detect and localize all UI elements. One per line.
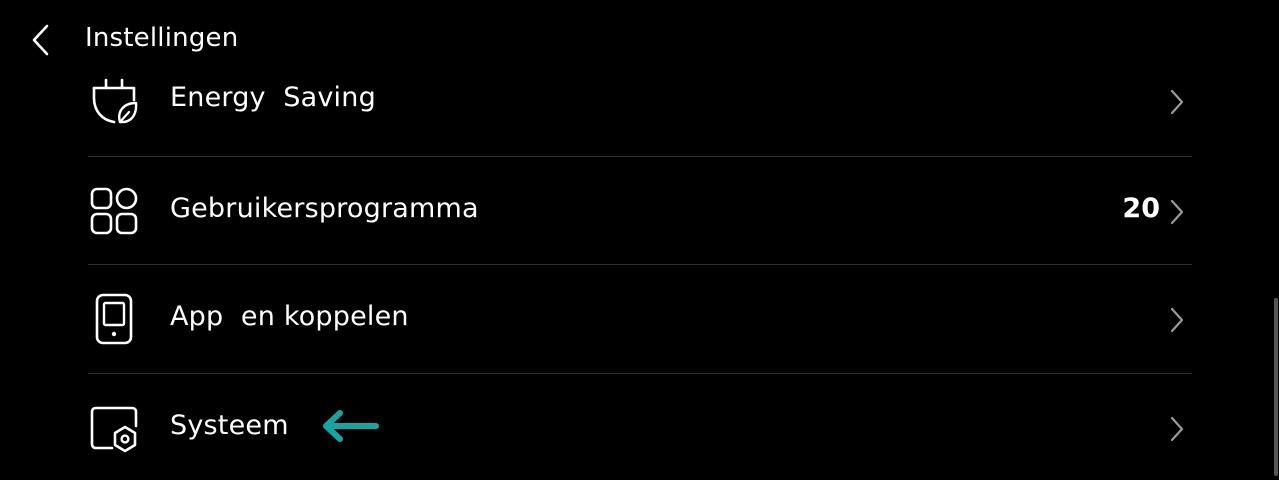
item-count-badge: 20 (1122, 192, 1160, 224)
settings-screen: Instellingen Energy Saving Gebruikerspro… (0, 0, 1279, 480)
energy-saving-plug-leaf-icon (88, 76, 140, 128)
settings-item-gebruikersprogramma[interactable]: Gebruikersprogramma 20 (88, 157, 1192, 265)
tablet-device-icon (88, 293, 140, 345)
chevron-right-icon (1166, 305, 1188, 335)
settings-item-label: Energy Saving (170, 82, 376, 113)
settings-item-app-en-koppelen[interactable]: App en koppelen (88, 265, 1192, 374)
chevron-right-icon (1166, 197, 1188, 227)
back-button[interactable] (20, 20, 60, 60)
settings-item-label: App en koppelen (170, 301, 409, 332)
chevron-right-icon (1166, 414, 1188, 444)
settings-item-energy-saving[interactable]: Energy Saving (88, 46, 1192, 157)
settings-item-label: Systeem (170, 409, 289, 441)
scrollbar-thumb[interactable] (1274, 298, 1278, 476)
chevron-right-icon (1166, 87, 1188, 117)
grid-apps-icon (88, 185, 140, 237)
settings-list: Energy Saving Gebruikersprogramma 20 App… (88, 46, 1192, 480)
arrow-left-icon (323, 410, 379, 442)
scrollbar[interactable] (1273, 0, 1279, 480)
system-gear-window-icon (88, 402, 140, 454)
chevron-left-icon (32, 24, 49, 56)
settings-item-systeem[interactable]: Systeem (88, 374, 1192, 480)
settings-item-label: Gebruikersprogramma (170, 192, 479, 224)
